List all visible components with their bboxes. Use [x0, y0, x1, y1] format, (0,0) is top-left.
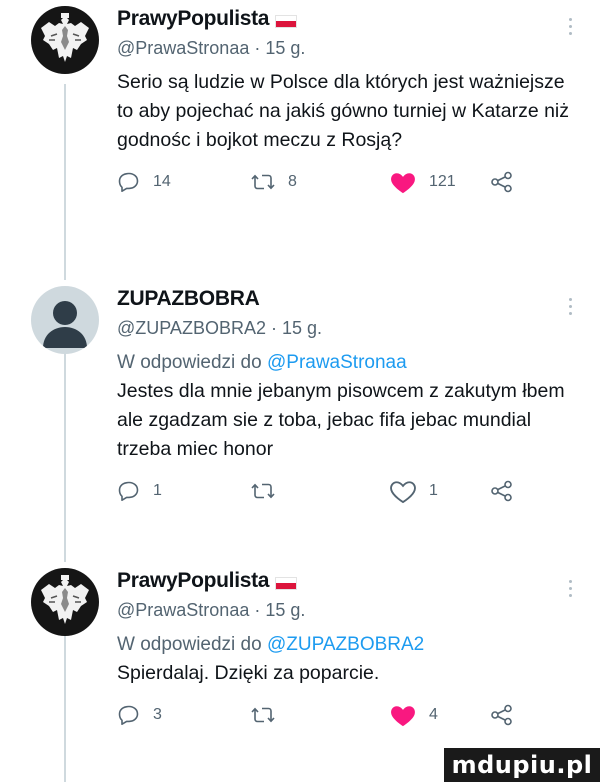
like-button[interactable]: 1 — [389, 474, 438, 508]
share-button[interactable] — [490, 165, 514, 199]
reply-count: 14 — [153, 173, 171, 190]
like-count: 4 — [429, 706, 438, 723]
heart-filled-icon — [391, 173, 415, 194]
avatar[interactable] — [31, 286, 99, 354]
author-row: ZUPAZBOBRA — [117, 284, 577, 314]
reply-prefix-text: W odpowiedzi do — [117, 634, 262, 655]
reply-icon — [118, 172, 139, 192]
author-name[interactable]: ZUPAZBOBRA — [117, 287, 260, 311]
share-button[interactable] — [490, 474, 514, 508]
reply-icon — [118, 481, 139, 501]
share-icon — [491, 480, 512, 502]
like-button[interactable]: 4 — [389, 698, 438, 732]
avatar[interactable] — [31, 568, 99, 636]
reply-count: 3 — [153, 706, 162, 723]
tweet-body: ZUPAZBOBRA @ZUPAZBOBRA2 · 15 g. W odpowi… — [117, 284, 577, 514]
author-row: PrawyPopulista — [117, 566, 577, 596]
watermark: mdupiu.pl — [444, 748, 600, 782]
tweet-body: PrawyPopulista @PrawaStronaa · 15 g. W o… — [117, 566, 577, 738]
reply-prefix-text: W odpowiedzi do — [117, 352, 262, 373]
action-bar: 3 4 — [117, 698, 577, 738]
share-icon — [491, 704, 512, 726]
share-icon — [491, 171, 512, 193]
author-name[interactable]: PrawyPopulista — [117, 569, 269, 593]
author-handle[interactable]: @PrawaStronaa · 15 g. — [117, 596, 577, 624]
reply-to-link[interactable]: @ZUPAZBOBRA2 — [267, 634, 424, 655]
action-bar: 1 1 — [117, 474, 577, 514]
reply-button[interactable]: 3 — [117, 698, 162, 732]
reply-icon — [118, 705, 139, 725]
author-name[interactable]: PrawyPopulista — [117, 7, 269, 31]
poland-flag-icon — [275, 576, 298, 590]
eagle-emblem-icon — [31, 568, 99, 636]
tweet-body: PrawyPopulista @PrawaStronaa · 15 g. Ser… — [117, 4, 577, 205]
thread-line — [64, 352, 66, 562]
heart-outline-icon — [390, 481, 416, 504]
retweet-count: 8 — [288, 173, 297, 190]
retweet-icon — [251, 483, 275, 499]
thread-line — [64, 632, 66, 782]
retweet-button[interactable] — [250, 698, 288, 732]
author-handle[interactable]: @ZUPAZBOBRA2 · 15 g. — [117, 314, 577, 342]
retweet-icon — [251, 707, 275, 723]
reply-context: W odpowiedzi do @PrawaStronaa — [117, 348, 577, 377]
heart-filled-icon — [391, 706, 415, 727]
reply-context: W odpowiedzi do @ZUPAZBOBRA2 — [117, 630, 577, 659]
reply-to-link[interactable]: @PrawaStronaa — [267, 352, 407, 373]
action-bar: 14 8 121 — [117, 165, 577, 205]
like-count: 1 — [429, 482, 438, 499]
like-count: 121 — [429, 173, 456, 190]
author-handle[interactable]: @PrawaStronaa · 15 g. — [117, 34, 577, 62]
eagle-emblem-icon — [31, 6, 99, 74]
author-row: PrawyPopulista — [117, 4, 577, 34]
retweet-icon — [251, 174, 275, 190]
default-profile-icon — [31, 286, 99, 354]
like-button[interactable]: 121 — [389, 165, 456, 199]
retweet-button[interactable]: 8 — [250, 165, 297, 199]
share-button[interactable] — [490, 698, 514, 732]
avatar[interactable] — [31, 6, 99, 74]
poland-flag-icon — [275, 14, 298, 28]
retweet-button[interactable] — [250, 474, 288, 508]
tweet-text: Jestes dla mnie jebanym pisowcem z zakut… — [117, 380, 565, 460]
tweet-text: Spierdalaj. Dzięki za poparcie. — [117, 662, 380, 684]
reply-button[interactable]: 1 — [117, 474, 162, 508]
reply-count: 1 — [153, 482, 162, 499]
tweet-text: Serio są ludzie w Polsce dla których jes… — [117, 71, 570, 151]
thread-line — [64, 84, 66, 280]
reply-button[interactable]: 14 — [117, 165, 171, 199]
